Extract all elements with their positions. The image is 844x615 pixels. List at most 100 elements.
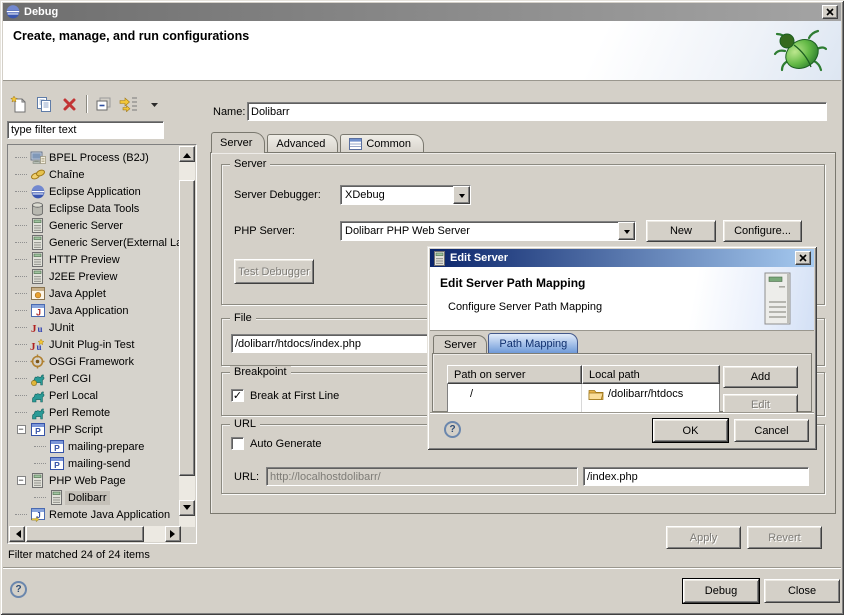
tree-item[interactable]: JRemote Java Application xyxy=(9,506,180,523)
edit-server-titlebar[interactable]: Edit Server xyxy=(430,249,814,267)
server-icon xyxy=(29,218,46,233)
tree-item[interactable]: Java Applet xyxy=(9,285,180,302)
column-path-on-server[interactable]: Path on server xyxy=(447,365,582,384)
new-server-button[interactable]: New xyxy=(646,220,716,242)
tree-item[interactable]: Eclipse Data Tools xyxy=(9,200,180,217)
tree-item[interactable]: OSGi Framework xyxy=(9,353,180,370)
server-icon xyxy=(48,490,65,505)
tree-item[interactable]: J2EE Preview xyxy=(9,268,180,285)
tree-item[interactable]: HTTP Preview xyxy=(9,251,180,268)
apply-button[interactable]: Apply xyxy=(666,526,741,549)
tree-item[interactable]: Pmailing-send xyxy=(9,455,180,472)
tree-guide xyxy=(32,463,48,464)
tree-item[interactable]: Perl Remote xyxy=(9,404,180,421)
tree-item-label: Generic Server xyxy=(46,219,126,233)
tree-item[interactable]: Dolibarr xyxy=(9,489,180,506)
tree-guide xyxy=(13,242,29,243)
server-debugger-select[interactable]: XDebug xyxy=(340,185,471,205)
tab-common[interactable]: Common xyxy=(340,134,424,153)
tree-item-label: Eclipse Data Tools xyxy=(46,202,142,216)
collapse-toggle[interactable]: − xyxy=(13,425,29,434)
folder-icon xyxy=(588,388,604,401)
tree-item-label: Chaîne xyxy=(46,168,87,182)
mapping-row[interactable]: //dolibarr/htdocs xyxy=(448,384,719,404)
duplicate-configuration-icon[interactable] xyxy=(33,93,55,115)
name-input[interactable] xyxy=(247,102,827,121)
footer-separator xyxy=(3,567,841,568)
name-label: Name: xyxy=(213,106,245,118)
filter-input[interactable] xyxy=(7,121,164,139)
auto-generate-label: Auto Generate xyxy=(250,438,322,450)
horizontal-scroll-thumb[interactable] xyxy=(26,526,144,542)
add-mapping-button[interactable]: Add xyxy=(723,366,798,388)
tree-item-label: Perl Remote xyxy=(46,406,113,420)
scroll-up-button[interactable] xyxy=(179,146,195,162)
tree-item[interactable]: Generic Server xyxy=(9,217,180,234)
tree-item[interactable]: −PPHP Script xyxy=(9,421,180,438)
tree-item[interactable]: JuJUnit xyxy=(9,319,180,336)
new-configuration-icon[interactable] xyxy=(8,93,30,115)
url-path-input[interactable] xyxy=(583,467,809,486)
file-group-title: File xyxy=(230,312,256,324)
test-debugger-button[interactable]: Test Debugger xyxy=(234,259,314,284)
chevron-down-icon[interactable] xyxy=(453,186,470,204)
cancel-button[interactable]: Cancel xyxy=(734,419,809,442)
tree-item[interactable]: Perl Local xyxy=(9,387,180,404)
collapse-all-icon[interactable] xyxy=(93,93,115,115)
help-icon[interactable]: ? xyxy=(10,581,27,598)
php-icon: P xyxy=(29,423,46,436)
eclipse-logo-icon xyxy=(6,5,20,19)
tree-item[interactable]: Pmailing-prepare xyxy=(9,438,180,455)
chevron-down-icon[interactable] xyxy=(618,222,635,240)
break-first-line-checkbox[interactable]: ✓ xyxy=(231,389,244,402)
tab-server[interactable]: Server xyxy=(211,132,265,153)
configure-server-button[interactable]: Configure... xyxy=(723,220,802,242)
column-local-path[interactable]: Local path xyxy=(582,365,720,384)
perl-icon xyxy=(29,406,46,420)
tree-item-label: J2EE Preview xyxy=(46,270,120,284)
edit-server-title: Edit Server xyxy=(450,252,508,264)
revert-button[interactable]: Revert xyxy=(747,526,822,549)
tree-item[interactable]: −PHP Web Page xyxy=(9,472,180,489)
help-icon[interactable]: ? xyxy=(444,421,461,438)
tab-path-mapping[interactable]: Path Mapping xyxy=(488,333,578,353)
collapse-toggle[interactable]: − xyxy=(13,476,29,485)
debug-bug-icon xyxy=(773,27,827,77)
scroll-down-button[interactable] xyxy=(179,500,195,516)
tree-horizontal-scrollbar[interactable] xyxy=(9,526,181,542)
tree-guide xyxy=(13,310,29,311)
ok-button[interactable]: OK xyxy=(653,419,728,442)
scroll-right-button[interactable] xyxy=(165,526,181,542)
junit-icon: Ju xyxy=(29,321,46,334)
close-button[interactable]: Close xyxy=(764,579,840,603)
svg-text:P: P xyxy=(54,460,60,470)
perl-cgi-icon xyxy=(29,372,46,386)
auto-generate-checkbox[interactable] xyxy=(231,437,244,450)
view-menu-icon[interactable] xyxy=(143,93,165,115)
svg-text:J: J xyxy=(30,341,36,351)
scroll-left-button[interactable] xyxy=(9,526,25,542)
edit-server-close-button[interactable] xyxy=(795,251,811,265)
vertical-scroll-thumb[interactable] xyxy=(179,180,195,476)
tree-item[interactable]: Eclipse Application xyxy=(9,183,180,200)
java-application-icon: J xyxy=(29,304,46,317)
php-server-select[interactable]: Dolibarr PHP Web Server xyxy=(340,221,636,241)
delete-configuration-icon[interactable] xyxy=(58,93,80,115)
tab-server-settings[interactable]: Server xyxy=(433,335,487,353)
tree-item[interactable]: Chaîne xyxy=(9,166,180,183)
configuration-tree: BPEL Process (B2J) ChaîneEclipse Applicat… xyxy=(7,144,197,544)
tree-item[interactable]: Generic Server(External La xyxy=(9,234,180,251)
debug-button[interactable]: Debug xyxy=(683,579,759,603)
tree-item[interactable]: Perl CGI xyxy=(9,370,180,387)
tree-item-label: Perl CGI xyxy=(46,372,94,386)
filter-icon[interactable] xyxy=(118,93,140,115)
tree-guide xyxy=(13,293,29,294)
tab-advanced[interactable]: Advanced xyxy=(267,134,338,153)
window-close-button[interactable] xyxy=(822,5,838,19)
tree-item[interactable]: BPEL Process (B2J) xyxy=(9,149,180,166)
tree-item[interactable]: JJava Application xyxy=(9,302,180,319)
tree-guide xyxy=(13,327,29,328)
tree-item[interactable]: JuJUnit Plug-in Test xyxy=(9,336,180,353)
window-titlebar[interactable]: Debug xyxy=(3,3,841,21)
tree-vertical-scrollbar[interactable] xyxy=(179,146,195,527)
